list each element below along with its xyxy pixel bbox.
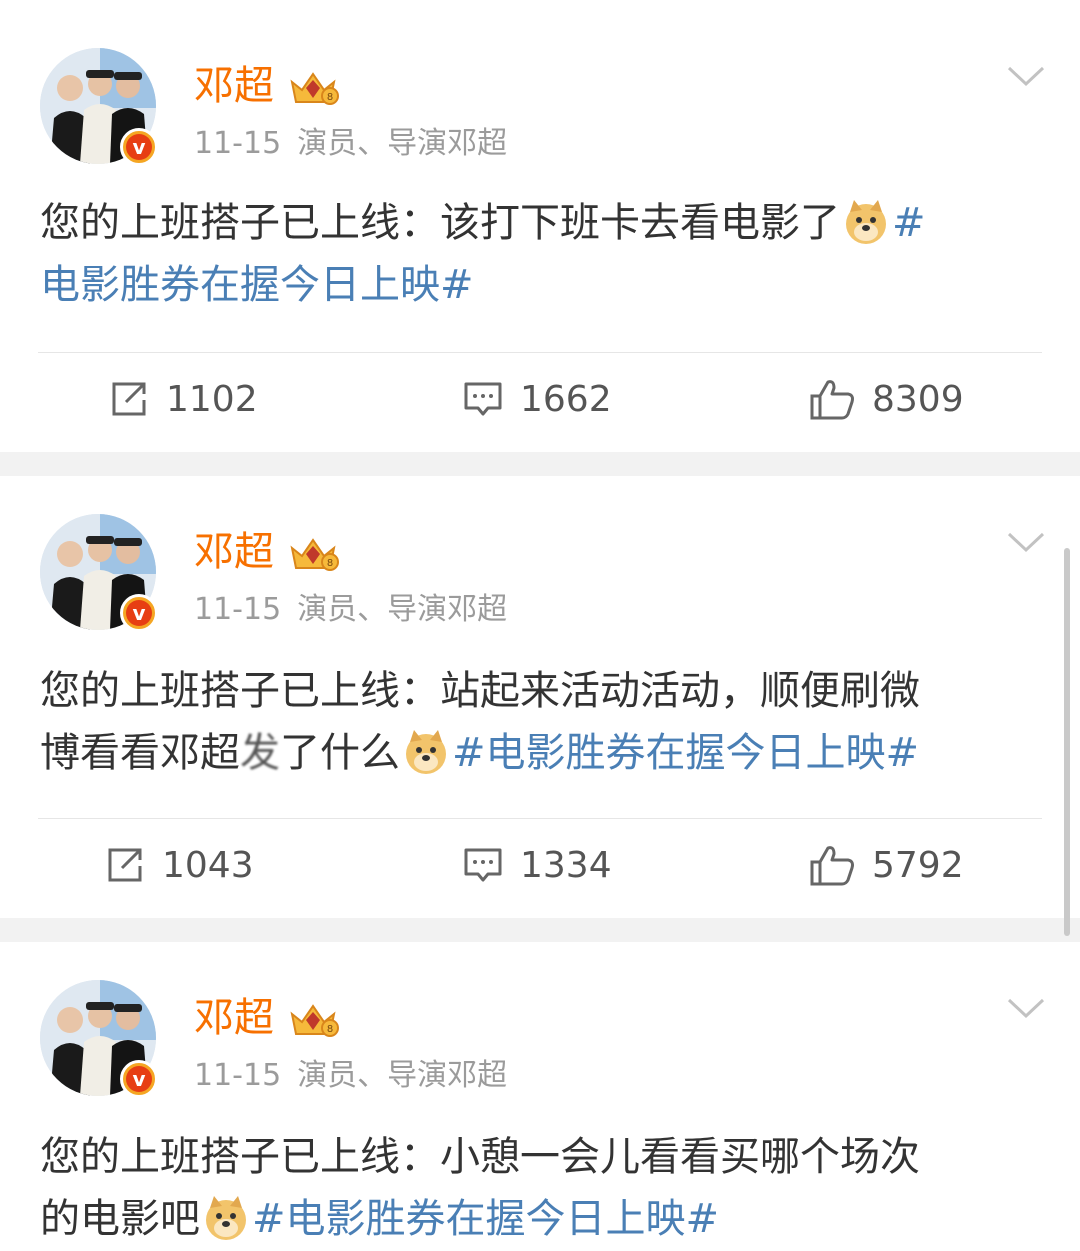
svg-text:8: 8	[327, 558, 333, 569]
post-time: 11-15	[194, 126, 282, 161]
post-text-body: 了什么	[280, 730, 400, 776]
post-card: v 邓超 8 11-15 演员、导演邓超 您的上班搭子已上线：站起来活动活动，顺便…	[0, 476, 1080, 918]
topic-link[interactable]: #	[892, 200, 926, 246]
repost-icon	[108, 848, 142, 882]
post-text-body: 的电影吧	[40, 1196, 200, 1242]
doge-emoji-icon	[206, 1196, 246, 1240]
author-name[interactable]: 邓超	[194, 62, 274, 110]
post-text: 您的上班搭子已上线：小憩一会儿看看买哪个场次 的电影吧 #电影胜券在握今日上映#	[40, 1126, 1045, 1250]
repost-button[interactable]: 1102	[108, 378, 258, 420]
repost-count: 1043	[162, 844, 254, 886]
topic-link[interactable]: 电影胜券在握今日上映#	[40, 254, 1045, 316]
post-text: 您的上班搭子已上线：该打下班卡去看电影了 # 电影胜券在握今日上映#	[40, 192, 1045, 316]
verified-badge-icon: v	[120, 1060, 158, 1098]
post-text-body: 您的上班搭子已上线：该打下班卡去看电影了	[40, 200, 840, 246]
topic-link[interactable]: #电影胜券在握今日上映#	[452, 730, 919, 776]
comment-count: 1662	[520, 378, 612, 420]
like-icon	[810, 380, 854, 420]
crown-icon: 8	[290, 72, 339, 105]
post-text: 您的上班搭子已上线：站起来活动活动，顺便刷微 博看看邓超发了什么 #电影胜券在握…	[40, 660, 1045, 784]
post-meta: 11-15 演员、导演邓超	[194, 1058, 507, 1094]
scrollbar[interactable]	[1064, 548, 1070, 936]
divider	[38, 352, 1042, 353]
post-source: 演员、导演邓超	[297, 1058, 508, 1093]
post-meta: 11-15 演员、导演邓超	[194, 592, 507, 628]
divider	[38, 818, 1042, 819]
comment-count: 1334	[520, 844, 612, 886]
verified-badge-icon: v	[120, 594, 158, 632]
post-text-body: 博看看邓超	[40, 730, 240, 776]
repost-button[interactable]: 1043	[104, 844, 254, 886]
post-card: v 邓超 8 11-15 演员、导演邓超 您的上班搭子已上线：小憩一会儿看看买哪个…	[0, 942, 1080, 1251]
like-button[interactable]: 5792	[808, 844, 964, 886]
svg-text:8: 8	[327, 1024, 333, 1035]
post-source: 演员、导演邓超	[297, 592, 508, 627]
like-count: 5792	[872, 844, 964, 886]
comment-icon	[464, 382, 502, 416]
chevron-down-icon[interactable]	[1006, 64, 1046, 88]
crown-icon: 8	[290, 1004, 339, 1037]
repost-icon	[112, 382, 146, 416]
verified-badge-icon: v	[120, 128, 158, 166]
like-count: 8309	[872, 378, 964, 420]
crown-icon: 8	[290, 538, 339, 571]
doge-emoji-icon	[846, 200, 886, 244]
like-button[interactable]: 8309	[808, 378, 964, 420]
post-meta: 11-15 演员、导演邓超	[194, 126, 507, 162]
repost-count: 1102	[166, 378, 258, 420]
post-card: v 邓超 8 11-15 演员、导演邓超 您的上班搭子已上线：该打下班卡去看电影了…	[0, 0, 1080, 452]
comment-button[interactable]: 1334	[462, 844, 612, 886]
svg-text:8: 8	[327, 92, 333, 103]
post-time: 11-15	[194, 1058, 282, 1093]
like-icon	[810, 846, 854, 886]
post-source: 演员、导演邓超	[297, 126, 508, 161]
post-text-line: 您的上班搭子已上线：小憩一会儿看看买哪个场次	[40, 1134, 920, 1180]
author-name[interactable]: 邓超	[194, 528, 274, 576]
chevron-down-icon[interactable]	[1006, 996, 1046, 1020]
post-text-line: 您的上班搭子已上线：站起来活动活动，顺便刷微	[40, 668, 920, 714]
topic-link[interactable]: #电影胜券在握今日上映#	[252, 1196, 719, 1242]
blurred-text: 发	[240, 730, 280, 776]
author-name[interactable]: 邓超	[194, 994, 274, 1042]
chevron-down-icon[interactable]	[1006, 530, 1046, 554]
comment-button[interactable]: 1662	[462, 378, 612, 420]
comment-icon	[464, 848, 502, 882]
doge-emoji-icon	[406, 730, 446, 774]
post-time: 11-15	[194, 592, 282, 627]
